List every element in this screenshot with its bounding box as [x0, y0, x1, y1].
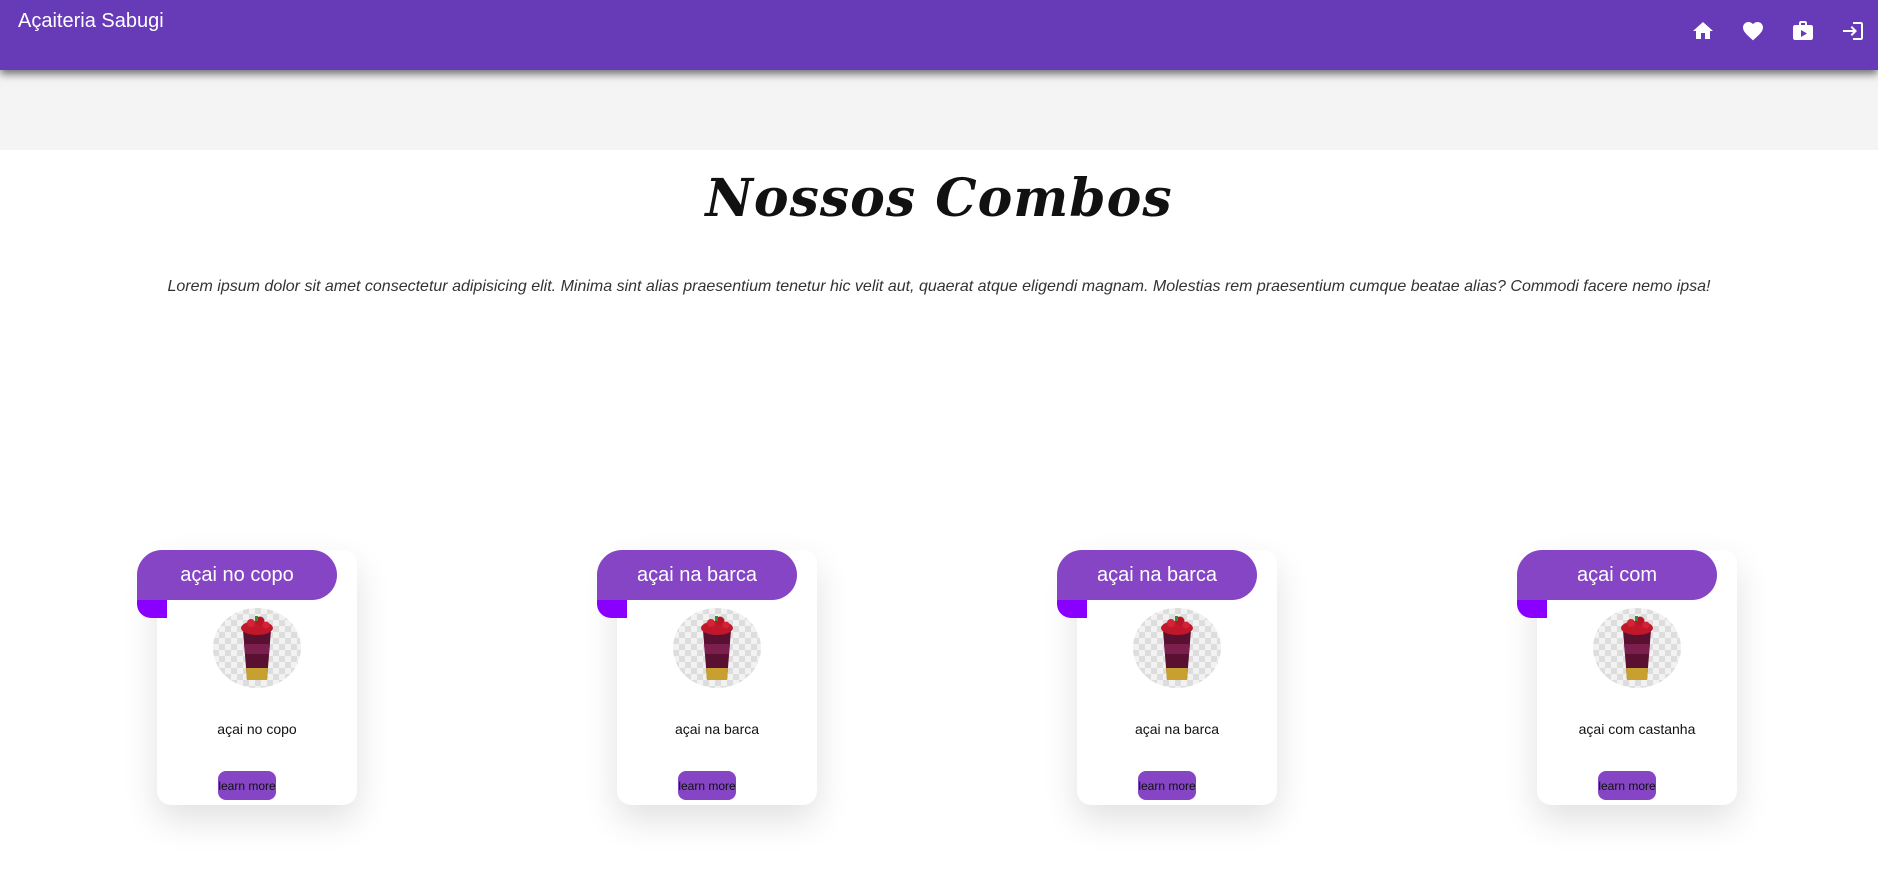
learn-more-button[interactable]: learn more: [678, 771, 736, 800]
combo-card: açai com açai com castanha learn more: [1517, 550, 1737, 805]
briefcase-icon[interactable]: [1790, 18, 1816, 44]
learn-more-button[interactable]: learn more: [218, 771, 276, 800]
app-bar: Açaiteria Sabugi: [0, 0, 1878, 70]
learn-more-button[interactable]: learn more: [1598, 771, 1656, 800]
card-title: açai na barca: [597, 550, 797, 600]
heart-icon[interactable]: [1740, 18, 1766, 44]
section-text: Lorem ipsum dolor sit amet consectetur a…: [167, 278, 1711, 295]
app-title[interactable]: Açaiteria Sabugi: [18, 10, 164, 33]
combo-card: açai na barca açai na barca learn more: [1057, 550, 1277, 805]
acai-cup-icon: [1593, 608, 1681, 688]
card-description: açai com castanha: [1578, 721, 1696, 737]
card-description: açai na barca: [674, 721, 760, 737]
acai-cup-icon: [1133, 608, 1221, 688]
card-title: açai na barca: [1057, 550, 1257, 600]
combo-card: açai no copo açai no copo learn more: [137, 550, 357, 805]
section-heading: Nossos Combos: [705, 168, 1173, 229]
acai-cup-icon: [213, 608, 301, 688]
banner-band: [0, 70, 1878, 150]
combo-card: açai na barca açai na barca learn more: [597, 550, 817, 805]
learn-more-button[interactable]: learn more: [1138, 771, 1196, 800]
card-description: açai no copo: [217, 721, 297, 737]
card-title: açai com: [1517, 550, 1717, 600]
acai-cup-icon: [673, 608, 761, 688]
card-title: açai no copo: [137, 550, 337, 600]
card-description: açai na barca: [1134, 721, 1220, 737]
login-icon[interactable]: [1840, 18, 1866, 44]
home-icon[interactable]: [1690, 18, 1716, 44]
